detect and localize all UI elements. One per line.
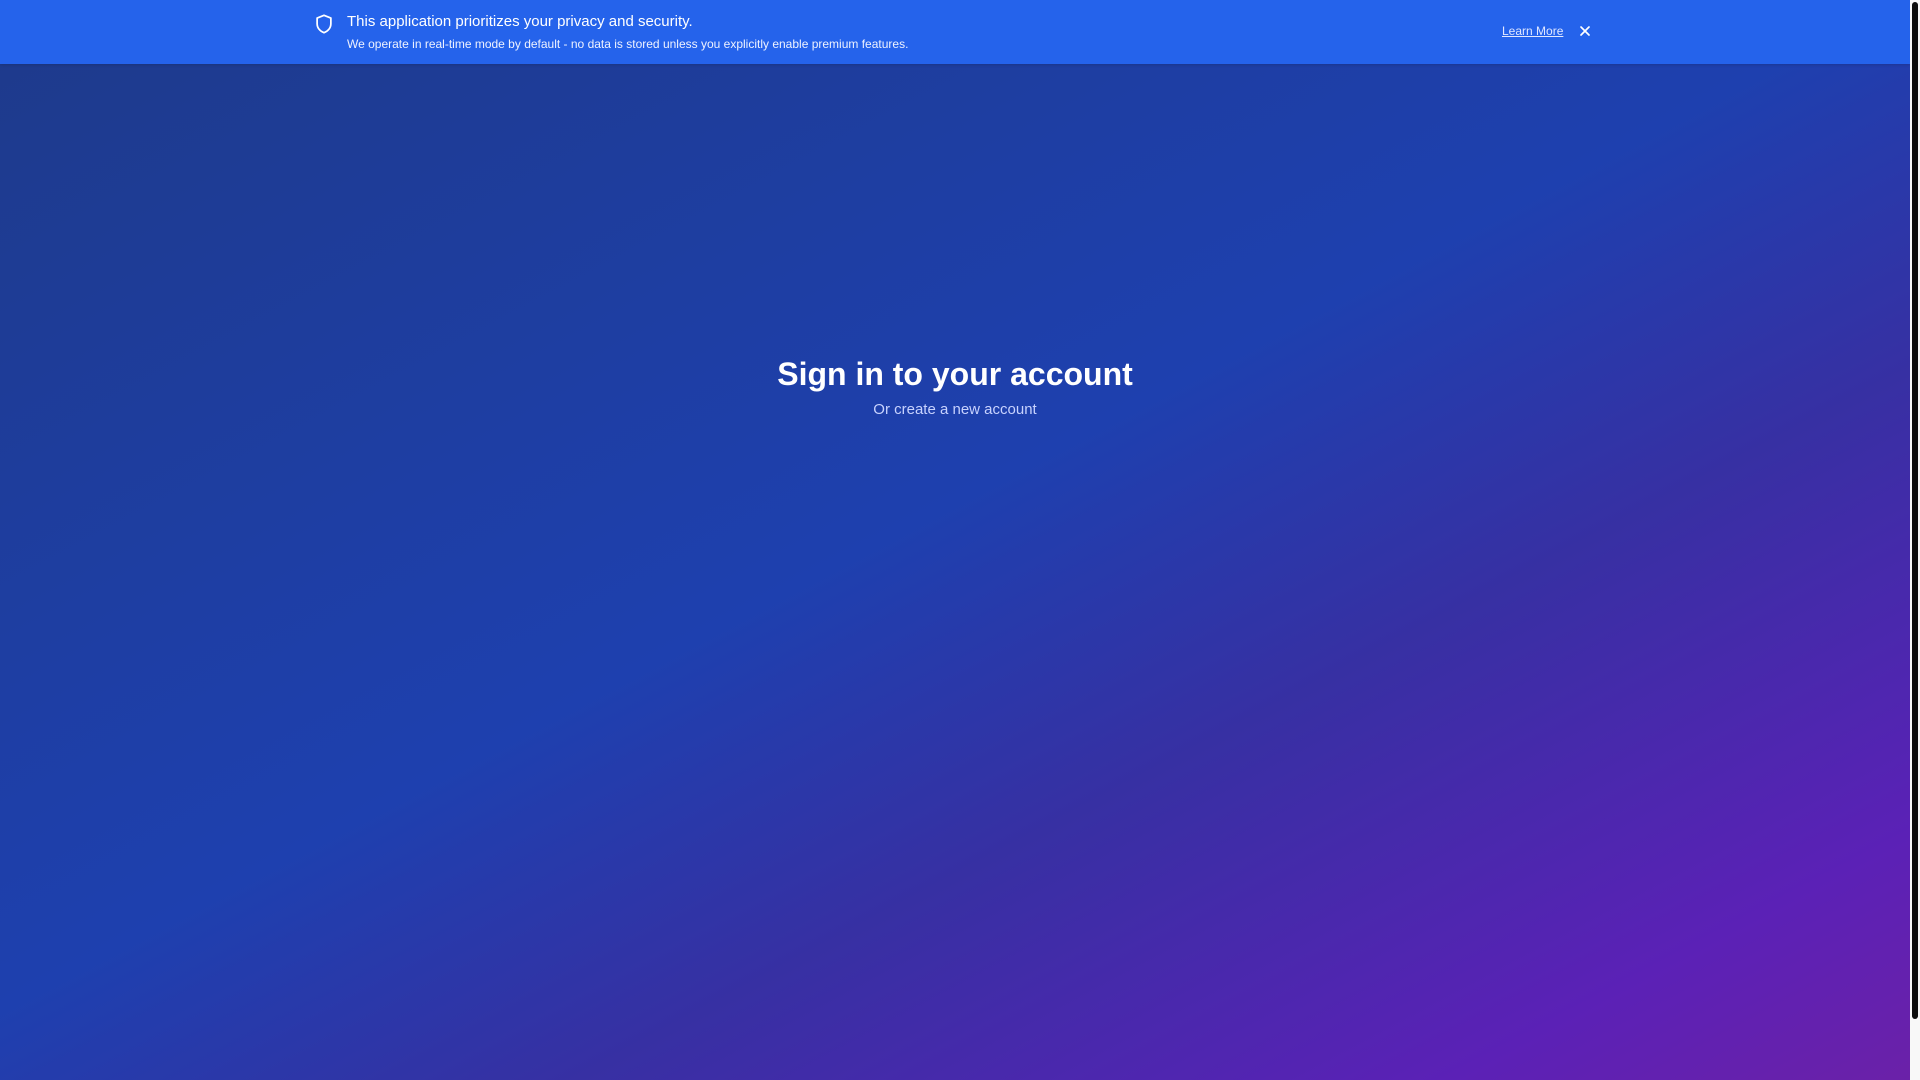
main-content: This application prioritizes your privac… bbox=[0, 0, 1910, 1080]
shield-icon bbox=[316, 14, 332, 34]
banner-text: We operate in real-time mode by default … bbox=[347, 37, 909, 51]
create-account-link[interactable]: Or create a new account bbox=[873, 401, 1036, 418]
scrollbar-thumb[interactable] bbox=[1912, 2, 1918, 1019]
learn-more-link[interactable]: Learn More bbox=[1502, 23, 1563, 39]
page-background: This application prioritizes your privac… bbox=[0, 0, 1920, 1080]
banner-title: This application prioritizes your privac… bbox=[347, 13, 693, 30]
privacy-banner: This application prioritizes your privac… bbox=[0, 0, 1910, 64]
scrollbar[interactable] bbox=[1910, 0, 1920, 1080]
subheading: Or create a new account bbox=[0, 400, 1910, 420]
sign-in-heading: Sign in to your account bbox=[777, 356, 1133, 392]
close-icon[interactable] bbox=[1576, 22, 1594, 40]
